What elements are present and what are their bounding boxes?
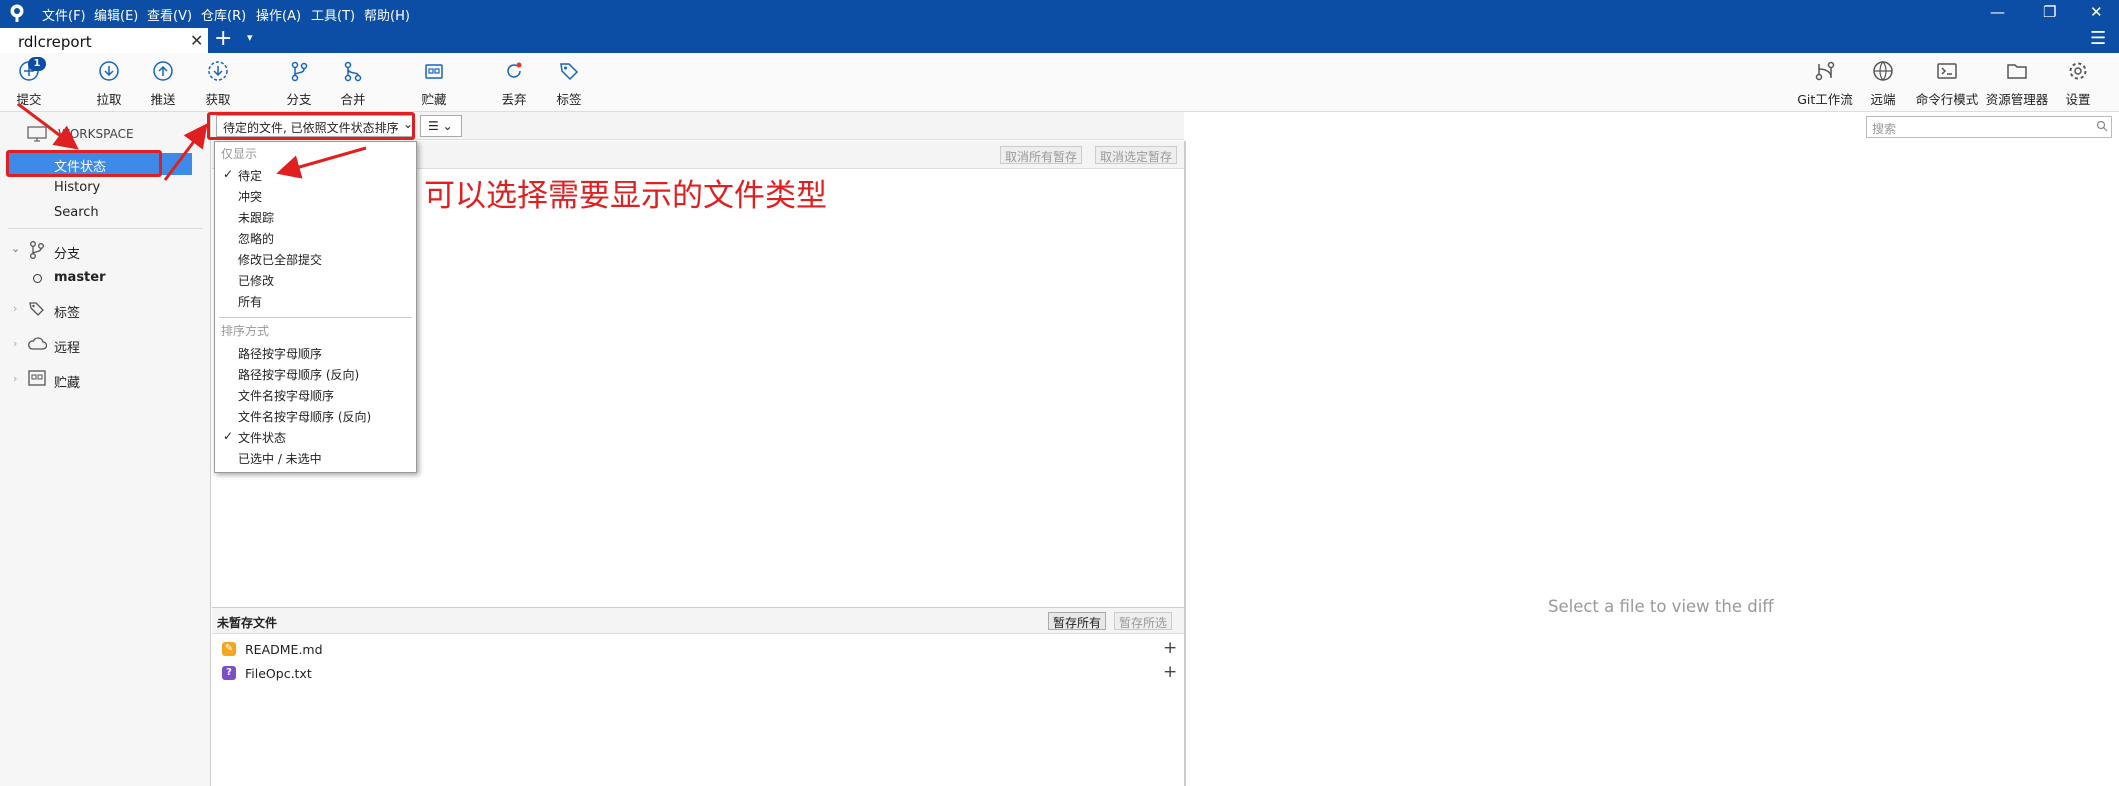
arrow-commit-to-sidebar bbox=[17, 102, 79, 150]
annotation-arrows bbox=[17, 102, 367, 181]
arrow-sidebar-to-filter bbox=[163, 123, 208, 181]
annotation-text: 可以选择需要显示的文件类型 bbox=[424, 178, 827, 214]
arrow-to-menu bbox=[276, 146, 367, 179]
